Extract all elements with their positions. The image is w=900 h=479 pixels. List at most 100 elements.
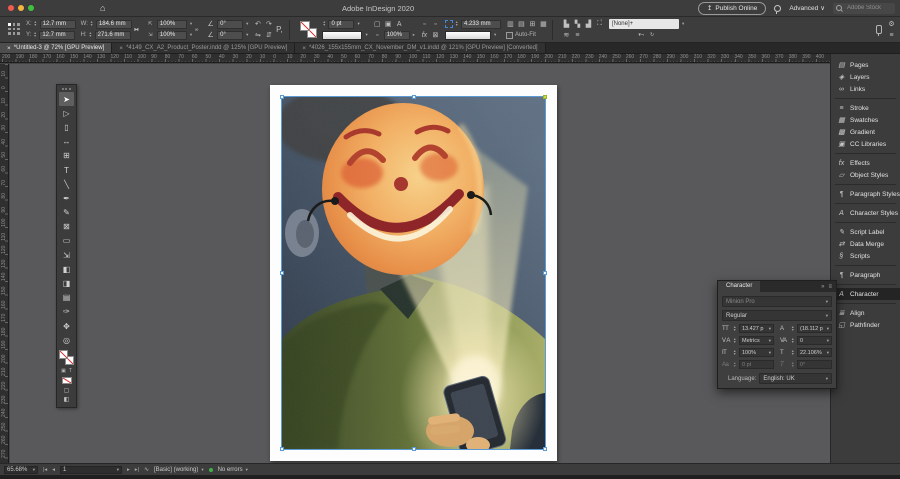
type-tool[interactable]: T <box>59 163 74 177</box>
rotation-field[interactable]: 0° <box>217 19 244 29</box>
corner-radius-stepper[interactable]: ▲ ▼ <box>455 21 459 27</box>
flyout-icon[interactable]: ▸ <box>413 32 415 38</box>
document-tab-untitled-3-72-gpu-preview[interactable]: × *Untitled-3 @ 72% [GPU Preview] <box>0 43 113 53</box>
zoom-tool[interactable]: ◎ <box>59 333 74 347</box>
panel-menu-icon[interactable]: ≡ <box>887 32 896 39</box>
x-stepper[interactable]: ▲ ▼ <box>34 21 38 27</box>
note-tool[interactable]: ▤ <box>59 291 74 305</box>
document-page[interactable] <box>270 85 557 461</box>
item-layers[interactable]: ◈ Layers <box>831 71 900 83</box>
font-style-select[interactable]: Regular ▾ <box>722 310 832 321</box>
adobe-stock-search[interactable] <box>833 2 895 14</box>
item-object-styles[interactable]: ▱ Object Styles <box>831 169 900 181</box>
item-links[interactable]: ∞ Links <box>831 83 900 95</box>
frame-handle-top-right[interactable] <box>543 95 547 99</box>
align-center-icon[interactable]: ▚ <box>573 20 582 28</box>
tab-close-icon[interactable]: × <box>119 45 123 52</box>
line-tool[interactable]: ╲ <box>59 177 74 191</box>
frame-handle-middle-right[interactable] <box>543 271 547 275</box>
item-cc-libraries[interactable]: ▣ CC Libraries <box>831 138 900 150</box>
scale-x-field[interactable]: 100% <box>156 19 187 29</box>
wrap-shape-icon[interactable]: ⊞ <box>528 20 537 28</box>
wrap-jump-icon[interactable]: ▦ <box>539 20 548 28</box>
item-align[interactable]: ≣ Align <box>831 307 900 319</box>
fill-stroke-swatches[interactable] <box>300 21 318 38</box>
frame-handle-bottom-right[interactable] <box>543 447 547 451</box>
chevron-down-icon[interactable]: ▾ <box>190 32 192 38</box>
object-style-select[interactable]: [None]+ <box>608 19 679 29</box>
tracking-control[interactable]: VA ▲ ▼ 0 ▾ <box>780 336 832 345</box>
vertical-scale-control[interactable]: IT ▲ ▼ 100% ▾ <box>722 348 774 357</box>
height-field[interactable]: 271.6 mm <box>94 30 131 40</box>
constrain-dimensions-icon[interactable]: ⧓ <box>132 27 141 33</box>
content-collector-tool[interactable]: ⊞ <box>59 149 74 163</box>
baseline-shift-control[interactable]: Aa ▲ ▼ 0 pt <box>722 360 774 369</box>
kerning-control[interactable]: V A ▲ ▼ Metrics ▾ <box>722 336 774 345</box>
y-position-field[interactable]: 12.7 mm <box>39 30 76 40</box>
apply-none-button[interactable] <box>61 377 72 385</box>
page-number-select[interactable]: 1 ▾ <box>59 465 122 474</box>
font-size-control[interactable]: TT ▲ ▼ 13.427 p ▾ <box>722 324 774 333</box>
direct-selection-tool[interactable]: ▷ <box>59 106 74 120</box>
scale-y-field[interactable]: 100% <box>156 30 187 40</box>
drop-shadow-icon[interactable]: ▣ <box>384 20 393 28</box>
home-icon[interactable]: ⌂ <box>100 1 105 15</box>
item-data-merge[interactable]: ⇄ Data Merge <box>831 238 900 250</box>
zoom-window-button[interactable] <box>28 5 34 11</box>
collapse-panel-icon[interactable]: » <box>821 284 824 290</box>
font-family-select[interactable]: Minion Pro ▾ <box>722 296 832 307</box>
color-theme-tool[interactable]: ✑ <box>59 305 74 319</box>
effects-object-icon[interactable]: ▫ <box>431 21 440 28</box>
item-pages[interactable]: ▤ Pages <box>831 59 900 71</box>
item-character[interactable]: A Character <box>831 288 900 300</box>
chevron-down-icon[interactable]: ▾ <box>357 21 359 27</box>
panel-menu-icon[interactable]: ≡ <box>828 284 832 290</box>
toolbar-fill-stroke-swatches[interactable] <box>59 350 74 366</box>
tab-close-icon[interactable]: × <box>7 45 11 52</box>
rectangle-frame-tool[interactable]: ⊠ <box>59 220 74 234</box>
preflight-profile-select[interactable]: [Basic] (working) ▾ <box>154 467 204 473</box>
distribute-icon[interactable]: ≋ <box>562 31 571 39</box>
skew-control[interactable]: T ▲ ▼ 0° <box>780 360 832 369</box>
chevron-down-icon[interactable]: ▾ <box>365 32 367 38</box>
formatting-affects-container-icon[interactable]: ▣ <box>61 368 66 374</box>
chevron-down-icon[interactable]: ▾ <box>246 32 248 38</box>
corner-options-icon[interactable] <box>444 20 453 28</box>
frame-fitting-select[interactable] <box>444 30 491 40</box>
preflight-status-select[interactable]: No errors ▾ <box>218 467 248 473</box>
rectangle-tool[interactable]: ▭ <box>59 234 74 248</box>
stroke-weight-field[interactable]: 0 pt <box>328 19 355 29</box>
gradient-swatch-tool[interactable]: ◧ <box>59 262 74 276</box>
last-page-button[interactable]: ▸| <box>135 467 139 473</box>
wrap-bounding-icon[interactable]: ▤ <box>517 20 526 28</box>
page-tool[interactable]: ▯ <box>59 120 74 134</box>
hand-tool[interactable]: ✥ <box>59 319 74 333</box>
zoom-level-select[interactable]: 65.68% ▾ <box>4 465 38 474</box>
frame-handle-bottom-left[interactable] <box>280 447 284 451</box>
selection-tool[interactable]: ➤ <box>59 92 74 107</box>
item-paragraph-styles[interactable]: ¶ Paragraph Styles <box>831 188 900 200</box>
item-gradient[interactable]: ▩ Gradient <box>831 126 900 138</box>
select-container-icon[interactable]: ⛶ <box>595 20 604 28</box>
width-field[interactable]: 184.6 mm <box>95 19 132 29</box>
opacity-field[interactable]: 100% <box>383 30 410 40</box>
frame-handle-middle-left[interactable] <box>280 271 284 275</box>
frame-handle-top-center[interactable] <box>411 95 416 99</box>
wrap-none-icon[interactable]: ▥ <box>506 20 515 28</box>
rotate-ccw-icon[interactable]: ↶ <box>253 20 262 28</box>
workspace-switcher[interactable]: Advanced ∨ <box>789 4 825 13</box>
view-options-button[interactable]: ▢ <box>60 386 73 395</box>
chevron-down-icon[interactable]: ▾ <box>246 21 248 27</box>
item-stroke[interactable]: ≡ Stroke <box>831 102 900 114</box>
item-script-label[interactable]: ✎ Script Label <box>831 226 900 238</box>
item-paragraph[interactable]: ¶ Paragraph <box>831 269 900 281</box>
vertical-ruler[interactable]: 10 0 10 20 30 40 50 60 70 80 90 100 110 120 130 140 150 1… <box>0 64 9 464</box>
paragraph-direction-icon[interactable]: P, <box>273 25 285 34</box>
style-override-icon[interactable]: ▾¬ <box>637 32 646 38</box>
chevron-down-icon[interactable]: ▾ <box>494 32 496 38</box>
gear-icon[interactable]: ⚙ <box>887 20 896 28</box>
panel-grip-icon[interactable] <box>62 88 71 90</box>
redefine-style-icon[interactable]: ↻ <box>648 32 657 38</box>
item-scripts[interactable]: § Scripts <box>831 250 900 262</box>
free-transform-tool[interactable]: ⇲ <box>59 248 74 262</box>
